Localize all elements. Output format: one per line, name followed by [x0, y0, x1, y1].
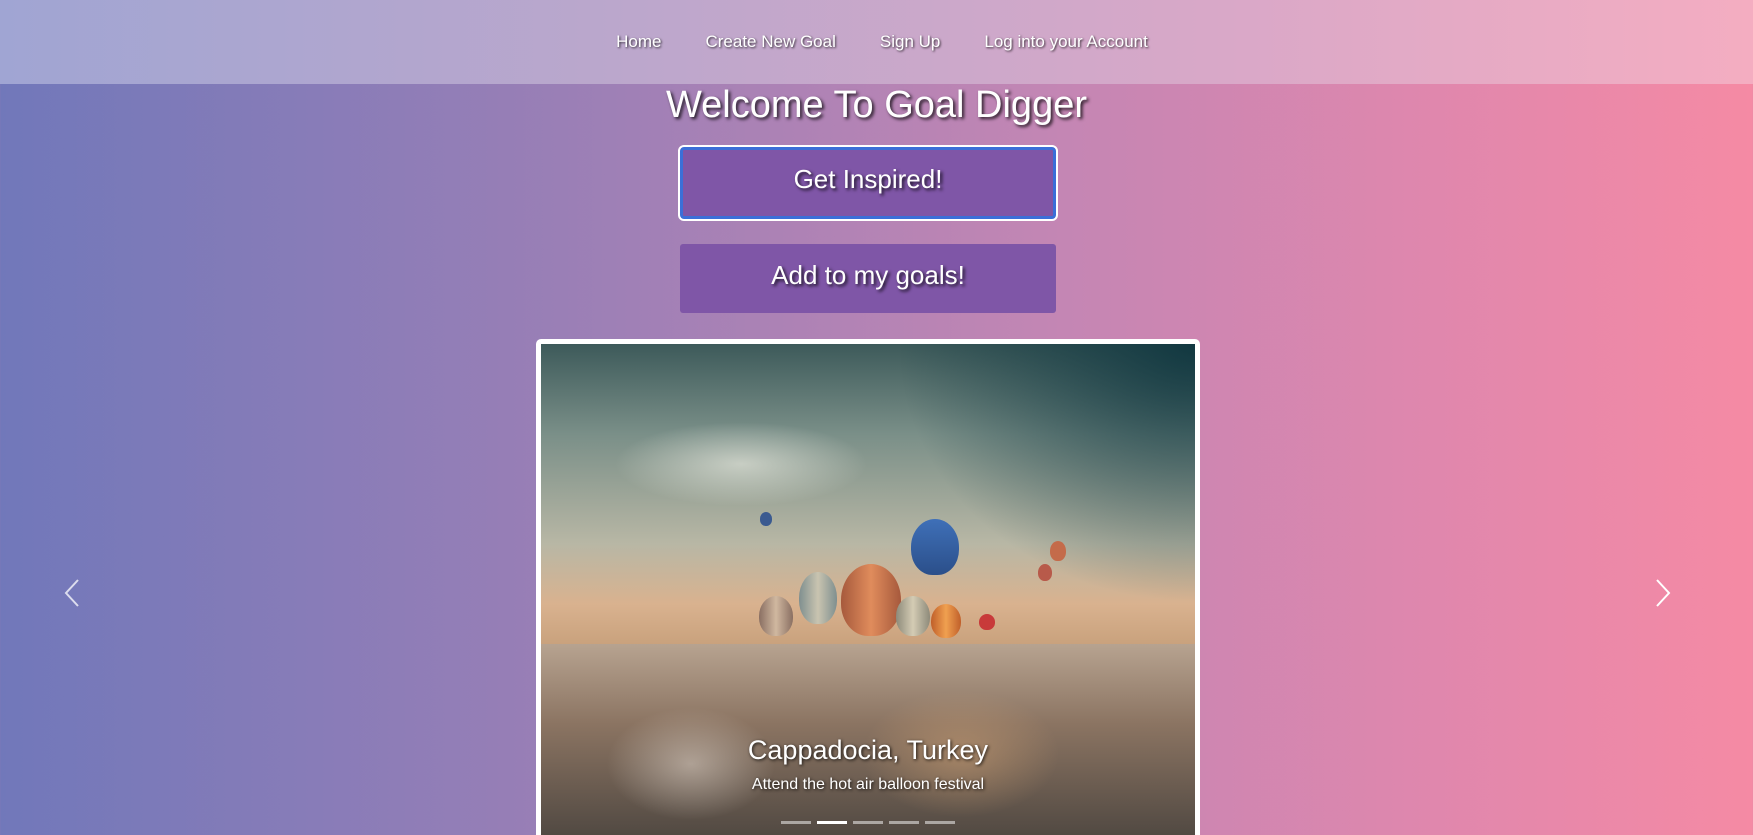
- nav-links: Home Create New Goal Sign Up Log into yo…: [616, 32, 1148, 52]
- balloon-image: [979, 614, 995, 630]
- balloon-image: [1050, 541, 1066, 561]
- carousel-indicator[interactable]: [781, 821, 811, 824]
- balloon-image: [911, 519, 959, 575]
- carousel-slide-image: Cappadocia, Turkey Attend the hot air ba…: [541, 344, 1195, 835]
- carousel-indicator[interactable]: [925, 821, 955, 824]
- caption-title: Cappadocia, Turkey: [747, 735, 989, 765]
- balloon-image: [896, 596, 930, 636]
- nav-link-home[interactable]: Home: [616, 32, 661, 52]
- carousel-prev-button[interactable]: [52, 573, 92, 613]
- carousel-indicators: [541, 821, 1195, 824]
- carousel-indicator[interactable]: [853, 821, 883, 824]
- carousel-caption: Cappadocia, Turkey Attend the hot air ba…: [541, 735, 1195, 794]
- nav-link-sign-up[interactable]: Sign Up: [880, 32, 940, 52]
- carousel-next-button[interactable]: [1643, 573, 1683, 613]
- carousel: Cappadocia, Turkey Attend the hot air ba…: [536, 339, 1200, 835]
- top-navbar: Home Create New Goal Sign Up Log into yo…: [0, 0, 1753, 84]
- nav-link-create-new-goal[interactable]: Create New Goal: [705, 32, 835, 52]
- balloon-image: [799, 572, 837, 624]
- nav-link-login[interactable]: Log into your Account: [984, 32, 1148, 52]
- page-title: Welcome To Goal Digger: [665, 84, 1087, 126]
- balloon-image: [931, 604, 961, 638]
- add-to-goals-label: Add to my goals!: [771, 260, 965, 290]
- get-inspired-label: Get Inspired!: [793, 163, 943, 194]
- carousel-indicator[interactable]: [817, 821, 847, 824]
- add-to-goals-button[interactable]: Add to my goals!: [680, 244, 1056, 313]
- chevron-right-icon: [1656, 579, 1671, 607]
- balloon-image: [1038, 564, 1052, 581]
- balloon-image: [759, 596, 793, 636]
- caption-text: Attend the hot air balloon festival: [751, 776, 985, 793]
- get-inspired-button[interactable]: Get Inspired!: [678, 145, 1058, 221]
- carousel-indicator[interactable]: [889, 821, 919, 824]
- balloon-image: [760, 512, 772, 526]
- chevron-left-icon: [64, 579, 79, 607]
- balloon-image: [841, 564, 901, 636]
